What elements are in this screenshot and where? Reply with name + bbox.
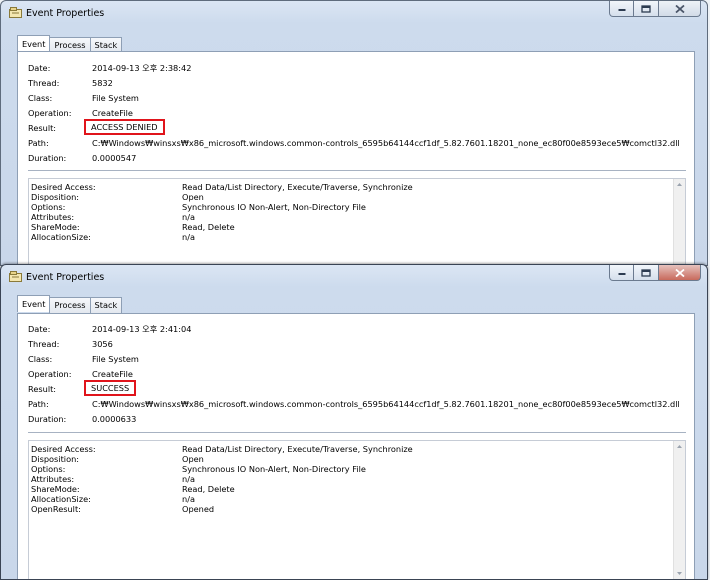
tab-strip: Event Process Stack — [17, 295, 123, 313]
detail-label: OpenResult: — [31, 504, 81, 514]
detail-scrollbar[interactable] — [673, 179, 685, 265]
separator — [28, 432, 686, 433]
detail-label: Attributes: — [31, 212, 75, 222]
close-button[interactable] — [659, 1, 701, 17]
window-title: Event Properties — [26, 272, 105, 283]
field-label: Thread: — [28, 78, 60, 88]
field-value: C:₩Windows₩winsxs₩x86_microsoft.windows.… — [92, 399, 680, 409]
maximize-button[interactable] — [634, 1, 659, 17]
event-properties-window-1: Event Properties Event Process Stack Dat… — [0, 0, 708, 266]
separator — [28, 170, 686, 171]
event-panel: Date: 2014-09-13 오후 2:38:42 Thread: 5832… — [17, 51, 695, 265]
minimize-button[interactable] — [609, 265, 634, 281]
window-title: Event Properties — [26, 8, 105, 19]
detail-value: Read Data/List Directory, Execute/Traver… — [182, 444, 413, 454]
detail-list: Desired Access: Read Data/List Directory… — [28, 440, 686, 579]
field-label: Operation: — [28, 369, 72, 379]
field-value: 2014-09-13 오후 2:41:04 — [92, 324, 192, 334]
field-value: File System — [92, 93, 139, 103]
window-controls — [609, 1, 701, 19]
detail-value: Open — [182, 454, 204, 464]
field-value: 3056 — [92, 339, 113, 349]
detail-list: Desired Access: Read Data/List Directory… — [28, 178, 686, 265]
detail-label: Desired Access: — [31, 444, 96, 454]
detail-label: Attributes: — [31, 474, 75, 484]
event-properties-window-2: Event Properties Event Process Stack Dat… — [0, 264, 708, 580]
title-bar[interactable]: Event Properties — [1, 265, 707, 291]
close-icon — [674, 4, 685, 13]
detail-value: n/a — [182, 494, 195, 504]
detail-label: Disposition: — [31, 454, 80, 464]
detail-value: Synchronous IO Non-Alert, Non-Directory … — [182, 464, 366, 474]
field-value: 0.0000633 — [92, 414, 137, 424]
maximize-icon — [641, 4, 651, 13]
field-value: 0.0000547 — [92, 153, 137, 163]
field-label: Class: — [28, 354, 53, 364]
field-label: Path: — [28, 138, 49, 148]
detail-label: Disposition: — [31, 192, 80, 202]
detail-value: Open — [182, 192, 204, 202]
scroll-down-arrow-icon[interactable] — [674, 568, 685, 579]
result-highlight-box: ACCESS DENIED — [84, 119, 165, 135]
detail-label: ShareMode: — [31, 484, 80, 494]
field-label: Date: — [28, 324, 51, 334]
field-value: C:₩Windows₩winsxs₩x86_microsoft.windows.… — [92, 138, 680, 148]
detail-label: ShareMode: — [31, 222, 80, 232]
field-label: Thread: — [28, 339, 60, 349]
title-bar[interactable]: Event Properties — [1, 1, 707, 27]
detail-label: AllocationSize: — [31, 494, 91, 504]
tab-event[interactable]: Event — [17, 35, 51, 51]
tab-process[interactable]: Process — [49, 297, 91, 313]
maximize-icon — [641, 268, 651, 277]
detail-scrollbar[interactable] — [673, 441, 685, 579]
minimize-button[interactable] — [609, 1, 634, 17]
result-highlight-box: SUCCESS — [84, 380, 137, 396]
detail-label: Options: — [31, 202, 66, 212]
scroll-up-arrow-icon[interactable] — [674, 441, 685, 452]
field-label: Date: — [28, 63, 51, 73]
field-value: CreateFile — [92, 369, 133, 379]
field-value: 2014-09-13 오후 2:38:42 — [92, 63, 192, 73]
field-label: Result: — [28, 123, 57, 133]
detail-value: n/a — [182, 212, 195, 222]
scroll-up-arrow-icon[interactable] — [674, 179, 685, 190]
field-value: ACCESS DENIED — [91, 122, 158, 132]
detail-value: n/a — [182, 474, 195, 484]
field-value: File System — [92, 354, 139, 364]
detail-value: Opened — [182, 504, 215, 514]
tab-stack[interactable]: Stack — [89, 297, 123, 313]
field-value: 5832 — [92, 78, 113, 88]
detail-value: Read Data/List Directory, Execute/Traver… — [182, 182, 413, 192]
tab-strip: Event Process Stack — [17, 35, 123, 52]
app-icon — [9, 271, 22, 282]
field-value: SUCCESS — [91, 383, 130, 393]
field-label: Class: — [28, 93, 53, 103]
field-label: Result: — [28, 384, 57, 394]
window-controls — [609, 265, 701, 283]
detail-label: Options: — [31, 464, 66, 474]
close-icon — [674, 268, 685, 277]
detail-label: Desired Access: — [31, 182, 96, 192]
minimize-icon — [618, 272, 625, 275]
tab-process[interactable]: Process — [49, 37, 91, 52]
app-icon — [9, 7, 22, 18]
detail-value: Read, Delete — [182, 484, 235, 494]
field-label: Path: — [28, 399, 49, 409]
event-panel: Date: 2014-09-13 오후 2:41:04 Thread: 3056… — [17, 313, 695, 579]
detail-value: Read, Delete — [182, 222, 235, 232]
maximize-button[interactable] — [634, 265, 659, 281]
minimize-icon — [618, 8, 625, 11]
tab-event[interactable]: Event — [17, 295, 51, 312]
field-label: Operation: — [28, 108, 72, 118]
field-label: Duration: — [28, 153, 67, 163]
field-value: CreateFile — [92, 108, 133, 118]
detail-value: n/a — [182, 232, 195, 242]
detail-value: Synchronous IO Non-Alert, Non-Directory … — [182, 202, 366, 212]
close-button[interactable] — [659, 265, 701, 281]
tab-stack[interactable]: Stack — [89, 37, 123, 52]
field-label: Duration: — [28, 414, 67, 424]
detail-label: AllocationSize: — [31, 232, 91, 242]
